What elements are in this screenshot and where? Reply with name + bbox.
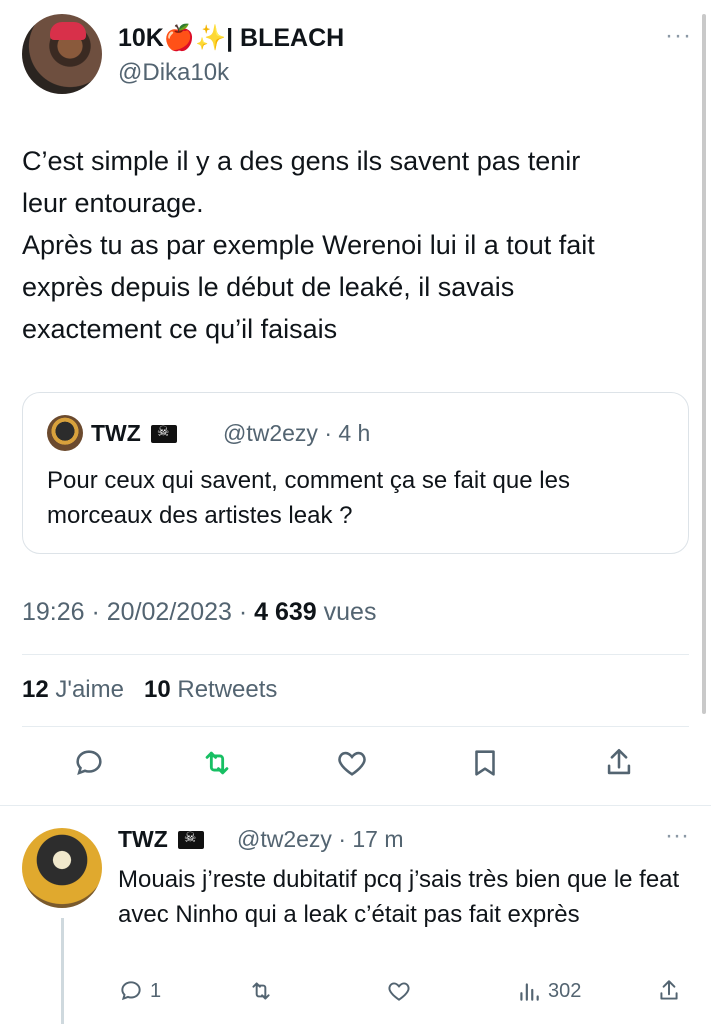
tweet-header: 10K🍎✨| BLEACH @Dika10k ··· <box>22 14 692 96</box>
reply-button[interactable] <box>72 746 112 786</box>
share-button[interactable] <box>602 746 642 786</box>
pirate-flag-icon <box>150 423 177 443</box>
author-avatar[interactable] <box>22 14 102 94</box>
tweet-actions <box>0 742 711 792</box>
retweets-label[interactable]: Retweets <box>171 676 277 703</box>
quoted-meta: @tw2ezy · 4 h <box>223 420 371 446</box>
retweet-button[interactable] <box>200 746 240 786</box>
divider <box>22 726 689 727</box>
reply-share-button[interactable] <box>656 976 682 1006</box>
likes-label[interactable]: J'aime <box>49 676 124 703</box>
views-count: 4 639 <box>254 598 317 626</box>
author-name[interactable]: 10K🍎✨| BLEACH <box>118 24 344 53</box>
thread-line <box>61 918 64 1024</box>
analytics-icon <box>520 983 539 1001</box>
likes-count[interactable]: 12 <box>22 676 49 703</box>
like-button[interactable] <box>335 746 375 786</box>
retweet-icon <box>252 982 270 1000</box>
engagement-stats: 12 J'aime 10 Retweets <box>22 676 277 704</box>
share-icon <box>607 748 631 775</box>
bookmark-button[interactable] <box>468 746 508 786</box>
avatar-cap <box>50 22 86 40</box>
author-handle[interactable]: @Dika10k <box>118 59 229 87</box>
bookmark-icon <box>475 750 495 776</box>
quoted-text: Pour ceux qui savent, comment ça se fait… <box>47 467 570 529</box>
reply-icon <box>76 750 102 775</box>
reply-count: 1 <box>150 979 162 1002</box>
reply-avatar[interactable] <box>22 828 102 908</box>
retweet-icon <box>205 751 229 775</box>
reply-like-button[interactable] <box>386 976 412 1006</box>
quoted-tweet[interactable]: TWZ @tw2ezy · 4 h Pour ceux qui savent, … <box>22 392 689 554</box>
reply-views-button[interactable]: 302 <box>516 976 581 1006</box>
reply-retweet-button[interactable] <box>248 976 274 1006</box>
reply-more-options-icon[interactable]: ··· <box>665 822 689 850</box>
tweet-timestamp: 19:26 · 20/02/2023 · 4 639 vues <box>22 598 376 627</box>
divider <box>22 654 689 655</box>
reply-actions: 1 302 <box>118 976 693 1016</box>
retweets-count[interactable]: 10 <box>144 676 171 703</box>
quoted-author-name: TWZ <box>91 420 177 447</box>
share-icon <box>660 980 678 1000</box>
tweet-body: C’est simple il y a des gens ils savent … <box>22 140 692 350</box>
tweet-text-line: exactement ce qu’il faisais <box>22 314 338 344</box>
quoted-name-text: TWZ <box>91 420 141 446</box>
more-options-icon[interactable]: ··· <box>665 22 692 50</box>
views-label: vues <box>316 598 377 626</box>
reply-author-name[interactable]: TWZ <box>118 826 204 853</box>
reply-reply-button[interactable]: 1 <box>118 976 161 1006</box>
pirate-flag-icon <box>177 829 204 849</box>
tweet-text-line: C’est simple il y a des gens ils savent … <box>22 146 581 176</box>
quoted-avatar <box>47 415 83 451</box>
tweet-time[interactable]: 19:26 · 20/02/2023 · <box>22 598 254 626</box>
reply-views-count: 302 <box>548 979 582 1002</box>
heart-icon <box>388 982 410 1001</box>
tweet-text-line: exprès depuis le début de leaké, il sava… <box>22 272 515 302</box>
tweet-text-line: Après tu as par exemple Werenoi lui il a… <box>22 230 595 260</box>
reply-name-text: TWZ <box>118 826 168 852</box>
reply-tweet[interactable]: TWZ @tw2ezy · 17 m ··· Mouais j’reste du… <box>0 805 711 1024</box>
reply-icon <box>121 981 141 1001</box>
reply-meta: @tw2ezy · 17 m <box>237 826 404 852</box>
tweet-text-line: leur entourage. <box>22 188 204 218</box>
heart-icon <box>338 751 366 776</box>
scrollbar[interactable] <box>702 14 706 714</box>
reply-text: Mouais j’reste dubitatif pcq j’sais très… <box>118 866 680 928</box>
